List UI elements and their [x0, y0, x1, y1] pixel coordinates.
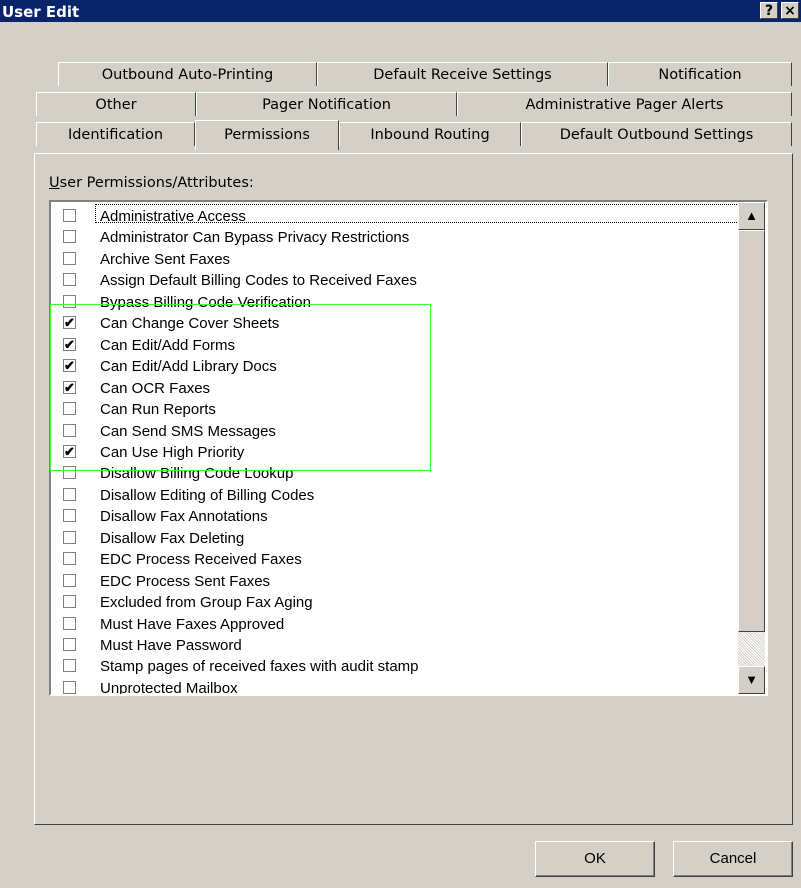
permission-label: Excluded from Group Fax Aging [100, 594, 313, 612]
permission-label: Assign Default Billing Codes to Received… [100, 272, 417, 290]
checkbox-checked[interactable]: ✔ [63, 444, 76, 458]
checkbox-unchecked[interactable] [63, 509, 76, 523]
tab-pager-notification[interactable]: Pager Notification [196, 92, 457, 116]
permission-label: Can Edit/Add Forms [100, 336, 236, 354]
checkbox-checked[interactable]: ✔ [63, 337, 76, 351]
checkbox-unchecked[interactable] [63, 251, 76, 265]
checkbox-unchecked[interactable] [63, 466, 76, 480]
permission-label: Can Edit/Add Library Docs [100, 358, 277, 376]
cancel-button[interactable]: Cancel [673, 841, 793, 877]
ok-button[interactable]: OK [535, 841, 655, 877]
checkbox-unchecked[interactable] [63, 595, 76, 609]
permission-label: Must Have Faxes Approved [100, 615, 285, 633]
permission-label: Can Run Reports [100, 401, 216, 419]
checkbox-unchecked[interactable] [63, 616, 76, 630]
scroll-down-button[interactable]: ▼ [738, 666, 765, 694]
window-title: User Edit [2, 3, 80, 21]
permission-label: EDC Process Sent Faxes [100, 572, 271, 590]
tab-administrative-pager-alerts[interactable]: Administrative Pager Alerts [457, 92, 792, 116]
permission-label: Can OCR Faxes [100, 379, 211, 397]
close-button[interactable]: × [781, 2, 799, 19]
checkbox-unchecked[interactable] [63, 294, 76, 308]
checkbox-unchecked[interactable] [63, 273, 76, 287]
checkbox-unchecked[interactable] [63, 659, 76, 673]
checkbox-unchecked[interactable] [63, 209, 76, 222]
permission-label: Archive Sent Faxes [100, 250, 231, 268]
checkbox-checked[interactable]: ✔ [63, 316, 76, 330]
checkbox-unchecked[interactable] [63, 402, 76, 416]
focus-rectangle [95, 204, 739, 223]
tab-notification[interactable]: Notification [608, 62, 792, 86]
permission-label: Disallow Billing Code Lookup [100, 465, 294, 483]
checkbox-unchecked[interactable] [63, 487, 76, 501]
checkbox-unchecked[interactable] [63, 230, 76, 244]
permission-label: Can Change Cover Sheets [100, 315, 280, 333]
permissions-list[interactable]: Administrative Access Administrator Can B… [49, 200, 768, 696]
permission-label: Disallow Fax Annotations [100, 508, 268, 526]
permission-label: Must Have Password [100, 637, 242, 654]
checkbox-unchecked[interactable] [63, 423, 76, 437]
checkbox-unchecked[interactable] [63, 680, 76, 694]
permission-label: Unprotected Mailbox [100, 679, 238, 696]
checkbox-checked[interactable]: ✔ [63, 380, 76, 394]
tab-inbound-routing[interactable]: Inbound Routing [339, 122, 521, 146]
tab-default-outbound-settings[interactable]: Default Outbound Settings [521, 122, 792, 146]
permission-label: Administrator Can Bypass Privacy Restric… [100, 229, 410, 247]
permission-label: Can Send SMS Messages [100, 422, 276, 440]
permission-label: Bypass Billing Code Verification [100, 293, 311, 311]
tab-identification[interactable]: Identification [36, 122, 195, 146]
permission-label: Disallow Fax Deleting [100, 529, 245, 547]
checkbox-unchecked[interactable] [63, 552, 76, 566]
tab-default-receive-settings[interactable]: Default Receive Settings [317, 62, 608, 86]
vertical-scrollbar[interactable]: ▲ ▼ [738, 202, 765, 694]
checkbox-unchecked[interactable] [63, 573, 76, 587]
permission-label: Stamp pages of received faxes with audit… [100, 658, 419, 676]
checkbox-unchecked[interactable] [63, 638, 76, 651]
permission-label: Disallow Editing of Billing Codes [100, 486, 315, 504]
help-button[interactable]: ? [760, 2, 778, 19]
checkbox-unchecked[interactable] [63, 530, 76, 544]
tab-outbound-auto-printing[interactable]: Outbound Auto-Printing [58, 62, 317, 86]
scroll-up-button[interactable]: ▲ [738, 202, 765, 230]
tab-other[interactable]: Other [36, 92, 196, 116]
permission-label: EDC Process Received Faxes [100, 551, 302, 569]
tab-permissions[interactable]: Permissions [195, 120, 339, 150]
checkbox-checked[interactable]: ✔ [63, 359, 76, 373]
permission-label: Can Use High Priority [100, 443, 245, 461]
title-bar[interactable]: User Edit ? × [0, 0, 801, 22]
scroll-thumb[interactable] [738, 230, 765, 632]
permissions-label: User Permissions/Attributes: [49, 175, 254, 191]
